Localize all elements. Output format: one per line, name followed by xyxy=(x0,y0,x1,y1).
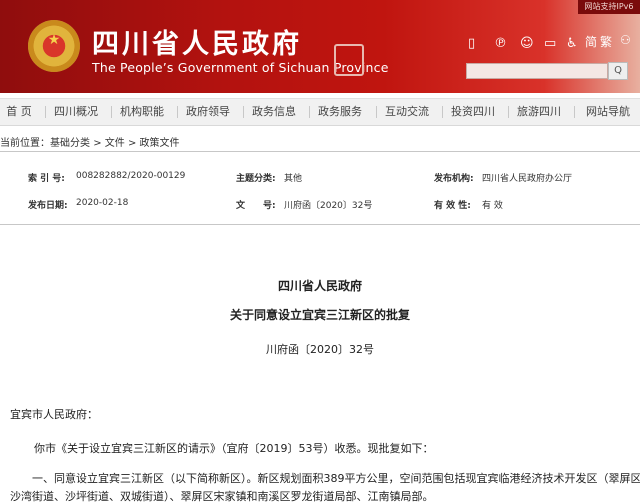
main-nav: 首 页 四川概况 机构职能 政府领导 政务信息 政务服务 互动交流 投资四川 旅… xyxy=(0,98,640,126)
nav-institutions[interactable]: 机构职能 xyxy=(116,99,168,125)
nav-leaders[interactable]: 政府领导 xyxy=(182,99,234,125)
breadcrumb-policy[interactable]: 政策文件 xyxy=(140,138,180,149)
validity-label: 有 效 性: xyxy=(434,201,471,211)
category-label: 主题分类: xyxy=(236,174,276,184)
nav-invest[interactable]: 投资四川 xyxy=(447,99,499,125)
nav-gov-services[interactable]: 政务服务 xyxy=(314,99,366,125)
lang-traditional[interactable]: 繁 xyxy=(600,33,612,50)
search-input[interactable] xyxy=(466,63,608,79)
breadcrumb-file[interactable]: 文件 xyxy=(105,138,125,149)
breadcrumb-sep: > xyxy=(93,138,102,149)
document-issuer: 四川省人民政府 xyxy=(277,279,362,293)
document-salutation: 宜宾市人民政府： xyxy=(10,408,98,421)
breadcrumb-basic[interactable]: 基础分类 xyxy=(50,138,90,149)
breadcrumb: 当前位置：基础分类 > 文件 > 政策文件 xyxy=(0,134,180,149)
breadcrumb-sep: > xyxy=(127,138,137,149)
ipv6-badge: 网站支持IPv6 xyxy=(578,0,640,14)
search-button[interactable]: Q xyxy=(608,62,628,80)
document-paragraph: 一、同意设立宜宾三江新区（以下简称新区）。新区规划面积389平方公里，空间范围包… xyxy=(32,472,640,485)
user-icon[interactable]: ⚇ xyxy=(620,33,631,47)
document-paragraph: 你市《关于设立宜宾三江新区的请示》（宜府〔2019〕53号）收悉。现批复如下： xyxy=(34,442,434,455)
site-banner: 网站支持IPv6 ★ 四川省人民政府 The People’s Governme… xyxy=(0,0,640,93)
docno-value: 川府函〔2020〕32号 xyxy=(284,201,373,211)
document-info-table: 索 引 号: 008282882/2020-00129 主题分类: 其他 发布机… xyxy=(0,151,640,225)
seal-logo xyxy=(334,44,364,76)
nav-home[interactable]: 首 页 xyxy=(0,99,38,125)
site-title[interactable]: 四川省人民政府 xyxy=(92,22,302,61)
tablet-icon[interactable]: ▭ xyxy=(544,36,556,51)
national-emblem-icon: ★ xyxy=(28,20,80,72)
org-label: 发布机构: xyxy=(434,174,474,184)
wechat-icon[interactable]: ☺ xyxy=(520,36,534,51)
nav-gov-info[interactable]: 政务信息 xyxy=(248,99,300,125)
document-number: 川府函〔2020〕32号 xyxy=(266,343,374,356)
date-value: 2020-02-18 xyxy=(76,198,129,208)
mobile-icon[interactable]: ▯ xyxy=(468,36,475,51)
document-paragraph: 沙湾街道、沙坪街道、双城街道）、翠屏区宋家镇和南溪区罗龙街道局部、江南镇局部。 xyxy=(10,490,434,503)
index-label: 索 引 号: xyxy=(28,174,65,184)
category-value: 其他 xyxy=(284,174,303,184)
lang-simplified[interactable]: 简 xyxy=(585,33,597,50)
breadcrumb-prefix: 当前位置： xyxy=(0,138,50,149)
validity-value: 有 效 xyxy=(482,201,503,211)
weibo-icon[interactable]: ℗ xyxy=(494,36,507,51)
nav-site-guide[interactable]: 网站导航 xyxy=(580,99,636,125)
docno-label: 文 号: xyxy=(236,201,276,211)
nav-interaction[interactable]: 互动交流 xyxy=(381,99,433,125)
nav-overview[interactable]: 四川概况 xyxy=(50,99,102,125)
index-value: 008282882/2020-00129 xyxy=(76,171,186,181)
accessibility-icon[interactable]: ♿ xyxy=(566,36,578,51)
nav-tourism[interactable]: 旅游四川 xyxy=(513,99,565,125)
document-title: 关于同意设立宜宾三江新区的批复 xyxy=(229,308,410,322)
org-value: 四川省人民政府办公厅 xyxy=(482,174,573,184)
date-label: 发布日期: xyxy=(28,201,68,211)
